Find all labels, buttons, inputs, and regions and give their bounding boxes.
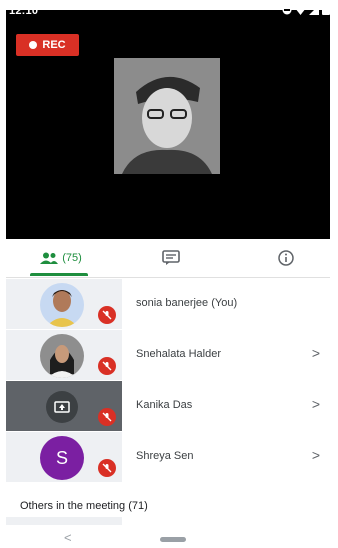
participant-row[interactable]: S Shreya Sen >: [6, 432, 330, 483]
back-icon[interactable]: <: [64, 530, 72, 545]
info-icon: [278, 250, 294, 266]
home-pill-icon[interactable]: [160, 537, 186, 542]
battery-icon: [322, 5, 330, 15]
participant-row[interactable]: sonia banerjee (You): [6, 279, 330, 330]
do-not-disturb-icon: [282, 5, 292, 14]
participant-row[interactable]: Kanika Das >: [6, 381, 330, 432]
participant-list: sonia banerjee (You) Snehalata Halder > …: [6, 279, 330, 483]
people-icon: [40, 252, 59, 264]
screen-share-icon: [46, 391, 78, 423]
avatar-photo: [40, 334, 84, 378]
chevron-right-icon[interactable]: >: [312, 345, 320, 361]
mic-off-icon: [98, 459, 116, 477]
participant-row[interactable]: Snehalata Halder >: [6, 330, 330, 381]
status-icons: [282, 4, 330, 15]
wifi-icon: [295, 5, 306, 15]
avatar: [40, 334, 84, 378]
participant-name: sonia banerjee (You): [136, 297, 238, 309]
chat-icon: [162, 250, 180, 265]
record-dot-icon: [29, 41, 38, 49]
participant-tile: [6, 517, 122, 525]
participant-name: Snehalata Halder: [136, 348, 222, 360]
recording-label: REC: [42, 39, 66, 51]
avatar-photo: [40, 283, 84, 327]
participant-name: Kanika Das: [136, 399, 193, 411]
mic-off-icon: [98, 306, 116, 324]
chevron-right-icon[interactable]: >: [312, 447, 320, 463]
participant-name: Shreya Sen: [136, 450, 194, 462]
avatar: [40, 283, 84, 327]
system-nav-bar: <: [0, 528, 338, 548]
avatar-letter: S: [55, 447, 68, 468]
others-heading: Others in the meeting (71): [20, 500, 148, 512]
people-count: (75): [62, 252, 82, 264]
status-time: 12:10: [9, 5, 39, 17]
active-tab-indicator: [30, 273, 88, 276]
mic-off-icon: [98, 408, 116, 426]
avatar: S: [40, 436, 84, 480]
chevron-right-icon[interactable]: >: [312, 396, 320, 412]
presenter-video: [114, 58, 220, 174]
recording-badge: REC: [16, 34, 79, 56]
tab-people[interactable]: (75): [26, 239, 96, 277]
tab-info[interactable]: [266, 239, 306, 277]
signal-icon: [309, 4, 319, 15]
mic-off-icon: [98, 357, 116, 375]
tab-chat[interactable]: [151, 239, 191, 277]
portrait-image: [114, 58, 220, 174]
status-bar: 12:10: [0, 0, 338, 20]
